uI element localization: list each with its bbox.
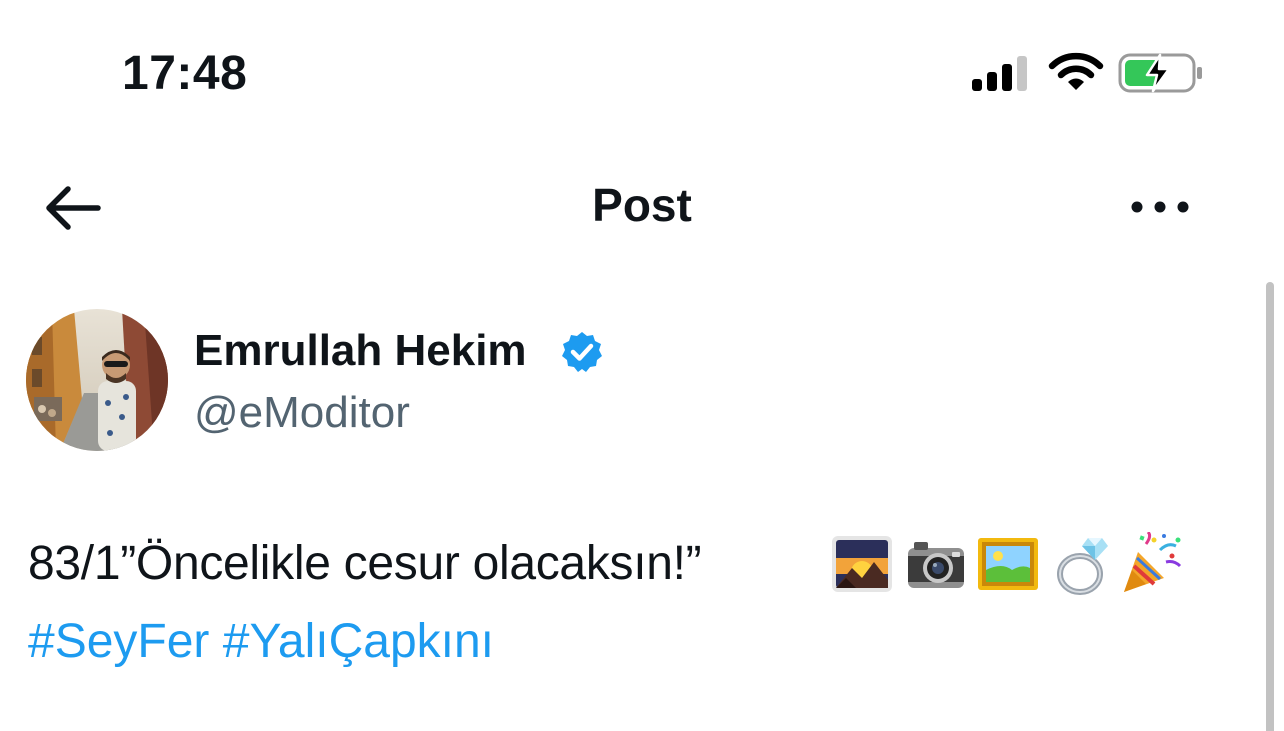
post-text: 83/1”Öncelikle cesur olacaksın!” bbox=[28, 537, 702, 590]
post-screen: 17:48 Post Emrullah Hekim @eModitor 83/1… bbox=[0, 0, 1284, 731]
more-options-icon[interactable] bbox=[1124, 184, 1194, 230]
camera-icon bbox=[908, 542, 964, 588]
status-time: 17:48 bbox=[122, 47, 248, 100]
author-name[interactable]: Emrullah Hekim bbox=[194, 326, 527, 376]
verified-badge-icon[interactable] bbox=[560, 330, 604, 374]
party-popper-icon bbox=[1124, 532, 1182, 592]
avatar[interactable] bbox=[26, 309, 168, 451]
hashtag-yalicapkini[interactable]: #YalıÇapkını bbox=[223, 615, 494, 668]
hashtag-seyfer[interactable]: #SeyFer bbox=[28, 615, 209, 668]
framed-picture-icon bbox=[978, 538, 1038, 590]
battery-charging-icon bbox=[1118, 53, 1202, 93]
ring-icon bbox=[1057, 538, 1108, 595]
hashtags: #SeyFer #YalıÇapkını bbox=[28, 614, 494, 669]
page-title: Post bbox=[592, 179, 692, 231]
scrollbar[interactable] bbox=[1266, 282, 1274, 731]
wifi-icon bbox=[1048, 52, 1104, 90]
sunrise-over-mountains-icon bbox=[832, 536, 892, 592]
signal-icon bbox=[972, 56, 1027, 91]
author-handle[interactable]: @eModitor bbox=[194, 388, 410, 438]
